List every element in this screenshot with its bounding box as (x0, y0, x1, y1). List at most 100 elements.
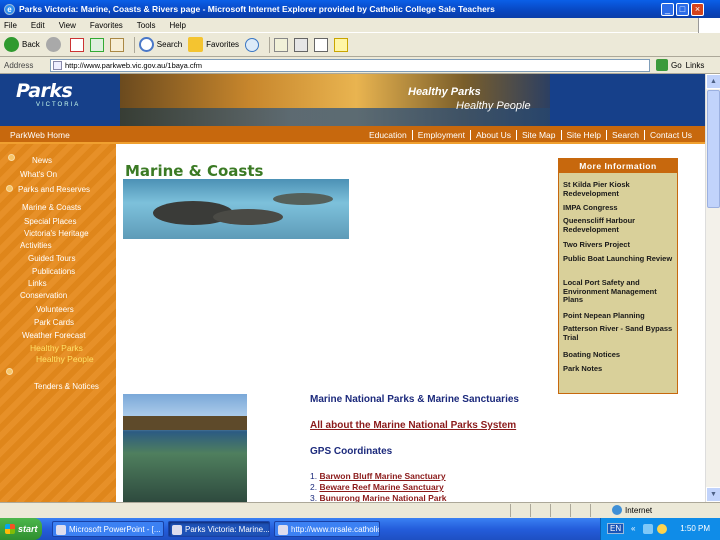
title-bar: e Parks Victoria: Marine, Coasts & River… (0, 0, 720, 18)
address-input[interactable]: http://www.parkweb.vic.gov.au/1baya.cfm (50, 58, 650, 72)
nav-education[interactable]: Education (364, 130, 412, 140)
taskbar-item-nrsale[interactable]: http://www.nrsale.catholic... (274, 521, 380, 537)
sidebar-item-victorias-heritage[interactable]: Victoria's Heritage (24, 229, 89, 238)
more-info-link[interactable]: Park Notes (563, 364, 675, 374)
windows-logo-icon (698, 18, 720, 33)
go-arrow-icon (656, 59, 668, 71)
sidebar-item-links[interactable]: Links (28, 279, 47, 288)
sidebar-item-whats-on[interactable]: What's On (20, 170, 57, 179)
sidebar-item-parks-reserves[interactable]: Parks and Reserves (18, 185, 90, 194)
marine-parks-system-link[interactable]: All about the Marine National Parks Syst… (310, 420, 516, 431)
taskbar-item-powerpoint[interactable]: Microsoft PowerPoint - [... (52, 521, 164, 537)
scroll-up-icon[interactable]: ▲ (706, 74, 720, 89)
start-label: start (18, 524, 38, 534)
gps-sanctuary-link[interactable]: Bunurong Marine National Park (319, 493, 446, 502)
start-button[interactable]: start (0, 518, 42, 540)
more-info-link[interactable]: Local Port Safety and Environment Manage… (563, 278, 675, 305)
mail-icon[interactable] (274, 37, 289, 52)
menu-view[interactable]: View (59, 21, 76, 30)
more-info-link[interactable]: IMPA Congress (563, 203, 675, 213)
gps-sanctuary-link[interactable]: Beware Reef Marine Sanctuary (319, 482, 443, 492)
scroll-down-icon[interactable]: ▼ (706, 487, 720, 502)
sidebar-item-news[interactable]: News (32, 156, 52, 165)
toolbar-separator (133, 36, 135, 53)
more-info-link[interactable]: Two Rivers Project (563, 240, 675, 250)
more-info-link[interactable]: Patterson River - Sand Bypass Trial (563, 324, 675, 342)
back-button[interactable]: Back (4, 37, 40, 52)
home-icon[interactable] (109, 37, 124, 52)
more-information-panel: More Information St Kilda Pier Kiosk Red… (558, 158, 678, 394)
go-button[interactable]: Go (656, 59, 682, 71)
forward-button[interactable] (45, 37, 64, 52)
windows-flag-icon (5, 524, 15, 534)
language-indicator[interactable]: EN (607, 523, 625, 534)
print-icon[interactable] (294, 37, 309, 52)
gps-sanctuary-link[interactable]: Barwon Bluff Marine Sanctuary (319, 471, 445, 481)
search-label: Search (156, 40, 183, 49)
edit-icon[interactable] (314, 37, 329, 52)
sidebar-item-publications[interactable]: Publications (32, 267, 75, 276)
sidebar-item-guided-tours[interactable]: Guided Tours (28, 254, 75, 263)
more-info-link[interactable]: Point Nepean Planning (563, 311, 675, 321)
network-icon[interactable] (643, 524, 653, 534)
sidebar-item-volunteers[interactable]: Volunteers (36, 305, 74, 314)
refresh-icon[interactable] (89, 37, 104, 52)
search-button[interactable]: Search (138, 37, 183, 52)
nav-contact-us[interactable]: Contact Us (643, 130, 697, 140)
close-button[interactable]: × (691, 2, 704, 16)
menu-bar: File Edit View Favorites Tools Help (0, 18, 720, 33)
minimize-button[interactable]: _ (661, 2, 674, 16)
history-icon[interactable] (245, 37, 260, 52)
more-info-link[interactable]: Public Boat Launching Review (563, 254, 675, 264)
nav-links: Education Employment About Us Site Map S… (364, 130, 697, 140)
more-info-link[interactable]: Boating Notices (563, 350, 675, 360)
sidebar-item-tenders-notices[interactable]: Tenders & Notices (34, 382, 99, 391)
sidebar-item-activities[interactable]: Activities (20, 241, 52, 250)
nav-parkweb-home[interactable]: ParkWeb Home (10, 130, 70, 140)
favorites-label: Favorites (206, 40, 240, 49)
sidebar-item-park-cards[interactable]: Park Cards (34, 318, 74, 327)
logo-text: Parks (16, 80, 73, 102)
menu-file[interactable]: File (4, 21, 17, 30)
parks-victoria-logo[interactable]: Parks VICTORIA (16, 80, 96, 120)
more-info-link[interactable]: St Kilda Pier Kiosk Redevelopment (563, 180, 675, 198)
gps-item-number: 1. (310, 471, 318, 481)
more-info-link[interactable]: Queenscliff Harbour Redevelopment (563, 216, 675, 234)
rock-shape (123, 416, 247, 430)
nav-about-us[interactable]: About Us (470, 130, 516, 140)
menu-help[interactable]: Help (169, 21, 185, 30)
status-cell (550, 504, 568, 517)
messenger-icon[interactable] (334, 37, 349, 52)
more-information-header: More Information (559, 159, 677, 173)
zone-label: Internet (625, 505, 653, 515)
stop-icon[interactable] (69, 37, 84, 52)
nav-search[interactable]: Search (606, 130, 644, 140)
menu-tools[interactable]: Tools (137, 21, 156, 30)
page-title: Marine & Coasts (125, 162, 264, 180)
taskbar-item-parks-victoria[interactable]: Parks Victoria: Marine... (168, 521, 270, 537)
nav-site-help[interactable]: Site Help (560, 130, 607, 140)
nav-employment[interactable]: Employment (411, 130, 470, 140)
coastal-reef-photo (123, 394, 247, 502)
sidebar-item-weather-forecast[interactable]: Weather Forecast (22, 331, 85, 340)
sidebar-item-special-places[interactable]: Special Places (24, 217, 76, 226)
menu-edit[interactable]: Edit (31, 21, 45, 30)
star-icon (188, 37, 204, 52)
status-cell (530, 504, 548, 517)
sidebar-item-conservation[interactable]: Conservation (20, 291, 67, 300)
favorites-button[interactable]: Favorites (188, 37, 239, 52)
seal-shape (213, 209, 283, 225)
sidebar-item-marine-coasts[interactable]: Marine & Coasts (22, 203, 81, 212)
tray-expand-icon[interactable]: « (631, 524, 635, 533)
scroll-thumb[interactable] (707, 90, 720, 208)
seal-shape (273, 193, 333, 205)
menu-favorites[interactable]: Favorites (90, 21, 123, 30)
maximize-button[interactable]: □ (676, 2, 689, 16)
vertical-scrollbar[interactable]: ▲ ▼ (705, 74, 720, 502)
links-button[interactable]: Links (686, 61, 705, 70)
tagline-healthy-parks: Healthy Parks (408, 86, 481, 98)
address-label: Address (4, 60, 34, 70)
volume-icon[interactable] (657, 524, 667, 534)
gps-list-item: 3. Bunurong Marine National Park (310, 493, 447, 502)
nav-site-map[interactable]: Site Map (515, 130, 561, 140)
